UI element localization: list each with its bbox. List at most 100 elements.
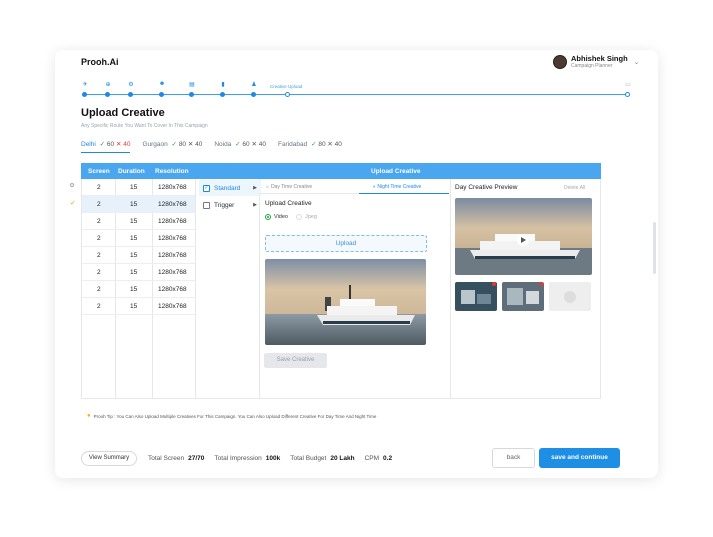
stat-value: 100k xyxy=(265,455,281,462)
creative-thumbnail-placeholder[interactable] xyxy=(549,282,591,311)
city-tabs: Delhi ✓ 60 ✕ 40 Gurgaon ✓ 80 ✕ 40 Noida … xyxy=(81,140,354,153)
table-row[interactable]: 2 15 1280x768 xyxy=(82,247,195,264)
user-role: Campaign Planner xyxy=(571,63,613,69)
standard-label: Standard xyxy=(214,184,241,192)
cell-resolution: 1280x768 xyxy=(158,235,187,242)
ok-count: 60 xyxy=(106,141,115,148)
step-dot-current xyxy=(285,92,290,97)
cross-icon: ✕ xyxy=(115,141,122,148)
table-row[interactable]: 2 15 1280x768 xyxy=(82,264,195,281)
row-status-pending xyxy=(70,183,74,187)
trigger-checkbox[interactable] xyxy=(203,201,210,209)
view-summary-button[interactable]: View Summary xyxy=(81,451,137,466)
creative-type-standard[interactable]: ✓ Standard ▶ xyxy=(199,180,261,196)
user-menu[interactable]: Abhishek Singh Campaign Planner ⌄ xyxy=(553,55,640,69)
page-subtitle: Any Specific Route You Want To Cover In … xyxy=(81,123,208,129)
cell-resolution: 1280x768 xyxy=(158,201,187,208)
creative-type-trigger[interactable]: Trigger ▶ xyxy=(199,197,261,213)
current-step-label: Creative Upload xyxy=(270,84,303,89)
standard-checkbox[interactable]: ✓ xyxy=(203,184,210,192)
cell-screen: 2 xyxy=(97,269,101,276)
creative-thumbnail-2[interactable] xyxy=(502,282,544,311)
cell-resolution: 1280x768 xyxy=(158,269,187,276)
cell-screen: 2 xyxy=(97,235,101,242)
table-header: Screen Duration Resolution Upload Creati… xyxy=(81,163,601,179)
rocket-icon: ✈ xyxy=(82,82,88,88)
cell-duration: 15 xyxy=(130,303,138,310)
table-row[interactable]: 2 15 1280x768 xyxy=(82,298,195,315)
table-row[interactable]: 2 15 1280x768 xyxy=(82,230,195,247)
stat-label: CPM xyxy=(364,455,380,462)
cell-screen: 2 xyxy=(97,252,101,259)
tab-day-time[interactable]: ☼ Day Time Creative xyxy=(265,184,312,190)
summary-icon: ▭ xyxy=(625,82,631,88)
row-status-done-icon: ✓ xyxy=(70,200,76,207)
step-dot xyxy=(251,92,256,97)
caret-right-icon: ▶ xyxy=(253,202,257,208)
column-divider xyxy=(450,179,451,398)
city-tab-faridabad[interactable]: Faridabad ✓ 80 ✕ 40 xyxy=(278,140,342,153)
jpeg-radio[interactable] xyxy=(295,214,302,220)
cross-icon: ✕ xyxy=(327,141,333,148)
step-dot xyxy=(105,92,110,97)
stat-total-budget: Total Budget 20 Lakh xyxy=(290,455,354,462)
save-and-continue-button[interactable]: save and continue xyxy=(539,448,620,468)
step-dot xyxy=(189,92,194,97)
cell-duration: 15 xyxy=(130,184,138,191)
remove-thumbnail-badge[interactable] xyxy=(539,282,543,286)
city-tab-gurgaon[interactable]: Gurgaon ✓ 80 ✕ 40 xyxy=(142,140,202,153)
delete-all-button[interactable]: Delete All xyxy=(564,185,585,191)
lightbulb-icon: ● xyxy=(87,413,91,419)
check-icon: ✓ xyxy=(171,141,177,148)
progress-stepper: ✈ ⊕ ⚙ ☻ ▤ ▮ ♟ ▭ Creative Upload xyxy=(80,78,632,100)
creative-thumbnail-1[interactable] xyxy=(455,282,497,311)
cell-resolution: 1280x768 xyxy=(158,303,187,310)
city-name: Faridabad xyxy=(277,141,308,148)
page-title: Upload Creative xyxy=(81,107,165,119)
back-button[interactable]: back xyxy=(492,448,535,468)
header-screen: Screen xyxy=(88,168,110,175)
stepper-line xyxy=(83,94,628,95)
city-name: Delhi xyxy=(81,141,96,148)
scrollbar-thumb[interactable] xyxy=(653,222,656,274)
caret-right-icon: ▶ xyxy=(253,185,257,191)
city-tab-noida[interactable]: Noida ✓ 60 ✕ 40 xyxy=(214,140,266,153)
save-creative-button[interactable]: Save Creative xyxy=(264,353,327,368)
fail-count: 40 xyxy=(258,141,266,148)
cell-resolution: 1280x768 xyxy=(158,252,187,259)
stat-total-impression: Total Impression 100k xyxy=(214,455,280,462)
media-type-radio: Video Jpeg xyxy=(265,214,325,220)
check-icon: ✓ xyxy=(99,141,106,148)
city-name: Gurgaon xyxy=(142,141,168,148)
stat-value: 0.2 xyxy=(383,455,393,462)
tab-night-time[interactable]: ◐ Night Time Creative xyxy=(373,184,421,190)
upload-dropzone[interactable]: Upload xyxy=(265,235,427,252)
table-row-selected[interactable]: 2 15 1280x768 xyxy=(82,196,195,213)
document-icon: ▤ xyxy=(189,82,195,88)
table-row[interactable]: 2 15 1280x768 xyxy=(82,213,195,230)
device-icon: ▮ xyxy=(221,82,225,88)
column-divider xyxy=(195,179,196,398)
cell-duration: 15 xyxy=(130,201,138,208)
active-tab-indicator xyxy=(359,193,449,194)
upload-section-title: Upload Creative xyxy=(265,200,312,207)
step-dot xyxy=(220,92,225,97)
table-row[interactable]: 2 15 1280x768 xyxy=(82,179,195,196)
cell-resolution: 1280x768 xyxy=(158,218,187,225)
jpeg-label: Jpeg xyxy=(304,214,317,220)
stat-total-screen: Total Screen 27/70 xyxy=(148,455,204,462)
fail-count: 40 xyxy=(334,141,342,148)
campaign-stats: Total Screen 27/70 Total Impression 100k T… xyxy=(148,455,402,462)
settings-icon: ⚙ xyxy=(128,82,134,88)
cross-icon: ✕ xyxy=(187,141,194,148)
video-label: Video xyxy=(274,214,288,220)
avatar xyxy=(553,55,567,69)
fail-count: 40 xyxy=(123,141,131,148)
video-radio[interactable] xyxy=(265,214,271,220)
cell-duration: 15 xyxy=(130,218,138,225)
remove-thumbnail-badge[interactable] xyxy=(492,282,496,286)
chevron-down-icon[interactable]: ⌄ xyxy=(634,58,640,66)
cell-screen: 2 xyxy=(97,303,101,310)
table-row[interactable]: 2 15 1280x768 xyxy=(82,281,195,298)
city-tab-delhi[interactable]: Delhi ✓ 60 ✕ 40 xyxy=(81,140,131,153)
